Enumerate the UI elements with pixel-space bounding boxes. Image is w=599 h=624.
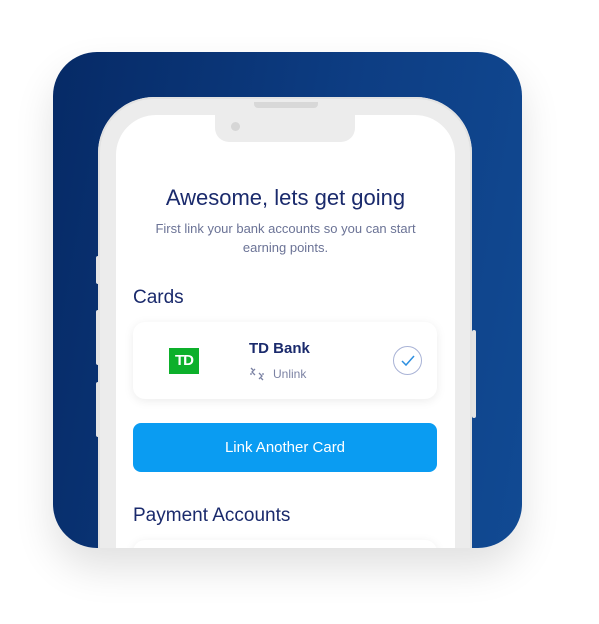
volume-down-button <box>96 382 100 437</box>
cards-heading: Cards <box>133 287 184 308</box>
card-name: TD Bank <box>249 340 310 357</box>
hero-background: Awesome, lets get going First link your … <box>53 52 522 548</box>
unlink-icon <box>250 367 264 381</box>
speaker <box>254 102 318 108</box>
unlink-label: Unlink <box>273 367 307 381</box>
power-button <box>472 330 476 418</box>
td-bank-logo: TD <box>169 348 199 374</box>
payment-accounts-heading: Payment Accounts <box>133 505 291 526</box>
page-subtitle: First link your bank accounts so you can… <box>155 221 416 255</box>
camera-icon <box>231 122 240 131</box>
side-button <box>96 256 100 284</box>
card-item-td-bank[interactable]: TD TD Bank Unlink <box>133 322 437 399</box>
payment-account-card[interactable] <box>133 540 437 548</box>
notch <box>215 115 355 142</box>
volume-up-button <box>96 310 100 365</box>
phone-screen: Awesome, lets get going First link your … <box>116 115 455 548</box>
page-title: Awesome, lets get going <box>165 185 406 210</box>
phone-frame: Awesome, lets get going First link your … <box>98 97 472 548</box>
unlink-button[interactable]: Unlink <box>249 366 306 382</box>
link-another-card-button[interactable]: Link Another Card <box>133 423 437 472</box>
linked-check-icon <box>393 346 422 375</box>
